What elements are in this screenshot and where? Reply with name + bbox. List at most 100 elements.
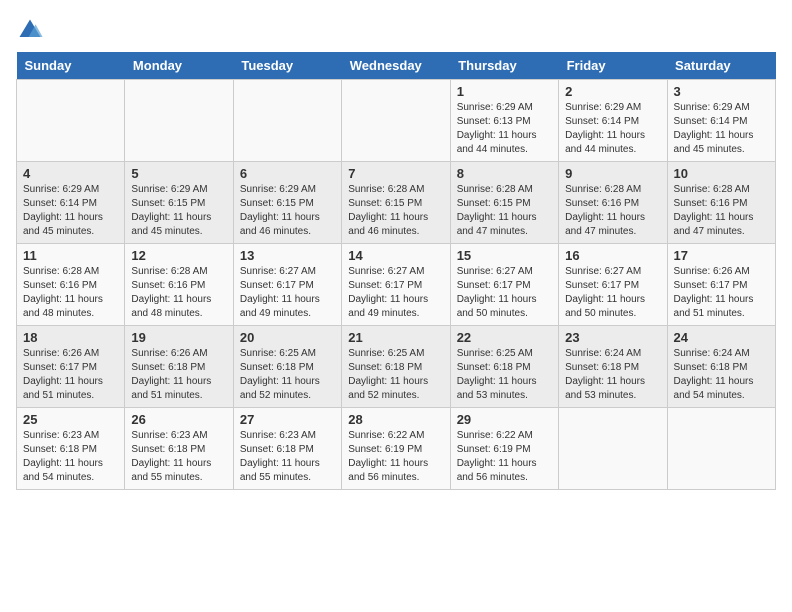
day-info: Sunrise: 6:28 AMSunset: 6:16 PMDaylight:… (674, 183, 769, 239)
day-number: 4 (23, 166, 118, 181)
weekday-header-saturday: Saturday (667, 52, 775, 80)
day-number: 20 (240, 330, 335, 345)
day-number: 2 (565, 84, 660, 99)
logo (16, 16, 48, 44)
calendar-cell: 28 Sunrise: 6:22 AMSunset: 6:19 PMDayligh… (342, 408, 450, 490)
calendar-week-row: 18Sunrise: 6:26 AMSunset: 6:17 PMDayligh… (17, 326, 776, 408)
day-number: 19 (131, 330, 226, 345)
calendar-cell: 26Sunrise: 6:23 AMSunset: 6:18 PMDayligh… (125, 408, 233, 490)
day-number: 11 (23, 248, 118, 263)
day-info: Sunrise: 6:28 AMSunset: 6:16 PMDaylight:… (565, 183, 660, 239)
day-number: 1 (457, 84, 552, 99)
day-info: Sunrise: 6:28 AMSunset: 6:16 PMDaylight:… (23, 265, 118, 321)
day-info: Sunrise: 6:22 AMSunset: 6:19 PMDaylight:… (348, 429, 443, 485)
calendar-cell: 15 Sunrise: 6:27 AMSunset: 6:17 PMDayligh… (450, 244, 558, 326)
calendar-cell (233, 80, 341, 162)
day-info: Sunrise: 6:24 AMSunset: 6:18 PMDaylight:… (674, 347, 769, 403)
calendar-cell (342, 80, 450, 162)
calendar-cell: 29 Sunrise: 6:22 AMSunset: 6:19 PMDayligh… (450, 408, 558, 490)
day-number: 25 (23, 412, 118, 427)
day-number: 7 (348, 166, 443, 181)
calendar-week-row: 25 Sunrise: 6:23 AMSunset: 6:18 PMDayligh… (17, 408, 776, 490)
calendar-header: SundayMondayTuesdayWednesdayThursdayFrid… (17, 52, 776, 80)
calendar-cell: 8 Sunrise: 6:28 AMSunset: 6:15 PMDaylight… (450, 162, 558, 244)
calendar-cell: 2 Sunrise: 6:29 AMSunset: 6:14 PMDaylight… (559, 80, 667, 162)
calendar-body: 1 Sunrise: 6:29 AMSunset: 6:13 PMDaylight… (17, 80, 776, 490)
day-number: 14 (348, 248, 443, 263)
day-number: 3 (674, 84, 769, 99)
calendar-table: SundayMondayTuesdayWednesdayThursdayFrid… (16, 52, 776, 490)
calendar-cell: 27 Sunrise: 6:23 AMSunset: 6:18 PMDayligh… (233, 408, 341, 490)
calendar-cell: 5 Sunrise: 6:29 AMSunset: 6:15 PMDaylight… (125, 162, 233, 244)
day-info: Sunrise: 6:29 AMSunset: 6:14 PMDaylight:… (565, 101, 660, 157)
day-info: Sunrise: 6:29 AMSunset: 6:14 PMDaylight:… (23, 183, 118, 239)
calendar-cell (559, 408, 667, 490)
calendar-cell: 9 Sunrise: 6:28 AMSunset: 6:16 PMDaylight… (559, 162, 667, 244)
day-number: 12 (131, 248, 226, 263)
day-info: Sunrise: 6:28 AMSunset: 6:15 PMDaylight:… (348, 183, 443, 239)
calendar-cell: 23 Sunrise: 6:24 AMSunset: 6:18 PMDayligh… (559, 326, 667, 408)
day-info: Sunrise: 6:25 AMSunset: 6:18 PMDaylight:… (240, 347, 335, 403)
day-number: 23 (565, 330, 660, 345)
calendar-cell: 16 Sunrise: 6:27 AMSunset: 6:17 PMDayligh… (559, 244, 667, 326)
day-number: 6 (240, 166, 335, 181)
day-info: Sunrise: 6:25 AMSunset: 6:18 PMDaylight:… (457, 347, 552, 403)
day-info: Sunrise: 6:25 AMSunset: 6:18 PMDaylight:… (348, 347, 443, 403)
day-info: Sunrise: 6:28 AMSunset: 6:16 PMDaylight:… (131, 265, 226, 321)
day-info: Sunrise: 6:23 AMSunset: 6:18 PMDaylight:… (240, 429, 335, 485)
day-info: Sunrise: 6:29 AMSunset: 6:15 PMDaylight:… (131, 183, 226, 239)
day-info: Sunrise: 6:27 AMSunset: 6:17 PMDaylight:… (348, 265, 443, 321)
calendar-cell: 20 Sunrise: 6:25 AMSunset: 6:18 PMDayligh… (233, 326, 341, 408)
calendar-cell: 19 Sunrise: 6:26 AMSunset: 6:18 PMDayligh… (125, 326, 233, 408)
day-number: 5 (131, 166, 226, 181)
page-header (16, 16, 776, 44)
calendar-cell: 11 Sunrise: 6:28 AMSunset: 6:16 PMDayligh… (17, 244, 125, 326)
calendar-cell: 4 Sunrise: 6:29 AMSunset: 6:14 PMDaylight… (17, 162, 125, 244)
calendar-cell: 22 Sunrise: 6:25 AMSunset: 6:18 PMDayligh… (450, 326, 558, 408)
day-info: Sunrise: 6:26 AMSunset: 6:17 PMDaylight:… (674, 265, 769, 321)
day-number: 28 (348, 412, 443, 427)
weekday-header-wednesday: Wednesday (342, 52, 450, 80)
weekday-header-sunday: Sunday (17, 52, 125, 80)
day-number: 16 (565, 248, 660, 263)
day-number: 22 (457, 330, 552, 345)
day-info: Sunrise: 6:22 AMSunset: 6:19 PMDaylight:… (457, 429, 552, 485)
day-number: 8 (457, 166, 552, 181)
day-info: Sunrise: 6:24 AMSunset: 6:18 PMDaylight:… (565, 347, 660, 403)
calendar-cell (125, 80, 233, 162)
day-number: 27 (240, 412, 335, 427)
day-info: Sunrise: 6:29 AMSunset: 6:13 PMDaylight:… (457, 101, 552, 157)
day-info: Sunrise: 6:27 AMSunset: 6:17 PMDaylight:… (457, 265, 552, 321)
calendar-cell: 1 Sunrise: 6:29 AMSunset: 6:13 PMDaylight… (450, 80, 558, 162)
calendar-cell: 6 Sunrise: 6:29 AMSunset: 6:15 PMDaylight… (233, 162, 341, 244)
day-number: 26 (131, 412, 226, 427)
day-info: Sunrise: 6:29 AMSunset: 6:14 PMDaylight:… (674, 101, 769, 157)
calendar-cell: 21 Sunrise: 6:25 AMSunset: 6:18 PMDayligh… (342, 326, 450, 408)
calendar-week-row: 1 Sunrise: 6:29 AMSunset: 6:13 PMDaylight… (17, 80, 776, 162)
day-number: 21 (348, 330, 443, 345)
calendar-cell: 14 Sunrise: 6:27 AMSunset: 6:17 PMDayligh… (342, 244, 450, 326)
day-number: 29 (457, 412, 552, 427)
weekday-header-monday: Monday (125, 52, 233, 80)
day-number: 15 (457, 248, 552, 263)
day-info: Sunrise: 6:29 AMSunset: 6:15 PMDaylight:… (240, 183, 335, 239)
day-info: Sunrise: 6:27 AMSunset: 6:17 PMDaylight:… (240, 265, 335, 321)
calendar-cell: 18Sunrise: 6:26 AMSunset: 6:17 PMDayligh… (17, 326, 125, 408)
calendar-cell: 24Sunrise: 6:24 AMSunset: 6:18 PMDayligh… (667, 326, 775, 408)
weekday-header-row: SundayMondayTuesdayWednesdayThursdayFrid… (17, 52, 776, 80)
day-number: 10 (674, 166, 769, 181)
weekday-header-friday: Friday (559, 52, 667, 80)
weekday-header-thursday: Thursday (450, 52, 558, 80)
calendar-cell: 13Sunrise: 6:27 AMSunset: 6:17 PMDayligh… (233, 244, 341, 326)
calendar-cell (17, 80, 125, 162)
calendar-cell: 12 Sunrise: 6:28 AMSunset: 6:16 PMDayligh… (125, 244, 233, 326)
calendar-cell: 25Sunrise: 6:23 AMSunset: 6:18 PMDayligh… (17, 408, 125, 490)
calendar-cell (667, 408, 775, 490)
weekday-header-tuesday: Tuesday (233, 52, 341, 80)
day-number: 9 (565, 166, 660, 181)
day-info: Sunrise: 6:26 AMSunset: 6:18 PMDaylight:… (131, 347, 226, 403)
calendar-cell: 7 Sunrise: 6:28 AMSunset: 6:15 PMDaylight… (342, 162, 450, 244)
day-number: 18 (23, 330, 118, 345)
day-info: Sunrise: 6:28 AMSunset: 6:15 PMDaylight:… (457, 183, 552, 239)
day-info: Sunrise: 6:27 AMSunset: 6:17 PMDaylight:… (565, 265, 660, 321)
